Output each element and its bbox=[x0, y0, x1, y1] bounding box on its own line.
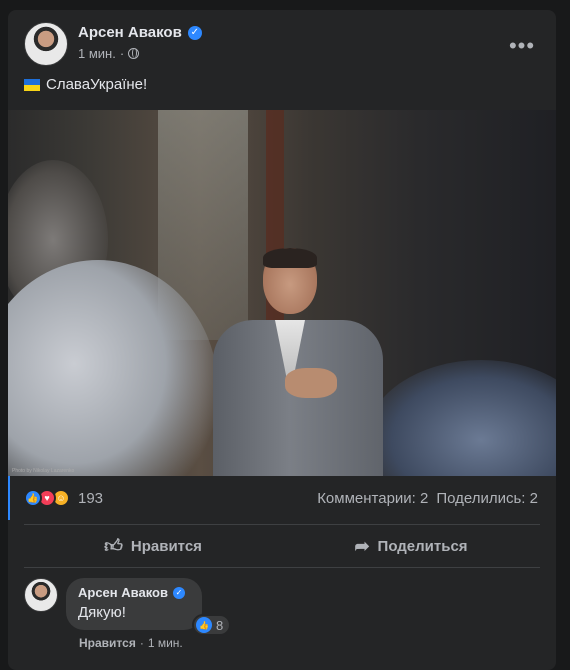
meta-separator: · bbox=[119, 46, 125, 61]
photo-blurred-figure bbox=[366, 360, 556, 476]
photo-credit: Photo by Nikolay Lazarenko bbox=[12, 468, 75, 474]
share-button[interactable]: ➦ Поделиться bbox=[282, 525, 540, 567]
stats-accent-bar bbox=[8, 476, 10, 520]
comment-meta: Нравится · 1 мин. bbox=[79, 636, 183, 650]
ukraine-flag-icon bbox=[24, 78, 40, 91]
share-button-label: Поделиться bbox=[377, 537, 468, 555]
post-header: Арсен Аваков ✓ 1 мин. · ••• bbox=[24, 22, 540, 66]
comment-reactions[interactable]: 👍 8 bbox=[192, 614, 232, 636]
comment-like-link[interactable]: Нравится bbox=[79, 636, 136, 650]
comment-author-row: Арсен Аваков ✓ bbox=[78, 585, 190, 600]
comment-like-icon: 👍 bbox=[196, 617, 212, 633]
comment-verified-icon: ✓ bbox=[172, 586, 185, 599]
thumb-up-icon: 👍︎ bbox=[104, 536, 123, 556]
shares-count[interactable]: Поделились: 2 bbox=[436, 490, 538, 507]
reaction-count[interactable]: 193 bbox=[78, 490, 103, 507]
comments-count[interactable]: Комментарии: 2 bbox=[317, 490, 428, 507]
globe-icon[interactable] bbox=[128, 48, 140, 59]
comment-meta-separator: · bbox=[139, 636, 144, 650]
share-arrow-icon: ➦ bbox=[354, 535, 370, 556]
person-hand bbox=[285, 368, 337, 398]
comment-text: Дякую! bbox=[78, 604, 126, 621]
post-card: Арсен Аваков ✓ 1 мин. · ••• СлаваУкраїне… bbox=[8, 10, 556, 670]
comment-bubble: Арсен Аваков ✓ Дякую! bbox=[66, 578, 202, 630]
post-meta: 1 мин. · bbox=[78, 46, 140, 61]
comment-avatar[interactable] bbox=[24, 578, 58, 612]
like-button[interactable]: 👍︎ Нравится bbox=[24, 525, 282, 567]
comment: Арсен Аваков ✓ Дякую! 👍 8 Нравится · 1 м… bbox=[24, 578, 540, 668]
post-text-content: СлаваУкраїне! bbox=[46, 76, 148, 93]
person-hair bbox=[263, 248, 317, 268]
author-avatar[interactable] bbox=[24, 22, 68, 66]
post-time[interactable]: 1 мин. bbox=[78, 46, 116, 61]
like-button-label: Нравится bbox=[130, 537, 202, 555]
reactions-summary[interactable]: 👍 ♥ ☺ 193 bbox=[24, 489, 103, 507]
action-bar: 👍︎ Нравится ➦ Поделиться bbox=[24, 524, 540, 568]
comment-time[interactable]: 1 мин. bbox=[148, 636, 183, 650]
stats-right: Комментарии: 2 Поделились: 2 bbox=[317, 490, 538, 507]
more-options-button[interactable]: ••• bbox=[504, 28, 540, 64]
post-photo[interactable]: Photo by Nikolay Lazarenko bbox=[8, 110, 556, 476]
author-row: Арсен Аваков ✓ bbox=[78, 24, 202, 41]
photo-person bbox=[213, 248, 383, 476]
post-text: СлаваУкраїне! bbox=[24, 76, 147, 93]
author-name[interactable]: Арсен Аваков bbox=[78, 24, 182, 41]
like-reaction-icon: 👍 bbox=[24, 489, 42, 507]
comment-author[interactable]: Арсен Аваков bbox=[78, 585, 168, 600]
post-stats: 👍 ♥ ☺ 193 Комментарии: 2 Поделились: 2 bbox=[8, 476, 556, 520]
verified-icon: ✓ bbox=[187, 25, 202, 40]
comment-reaction-count: 8 bbox=[216, 617, 224, 633]
